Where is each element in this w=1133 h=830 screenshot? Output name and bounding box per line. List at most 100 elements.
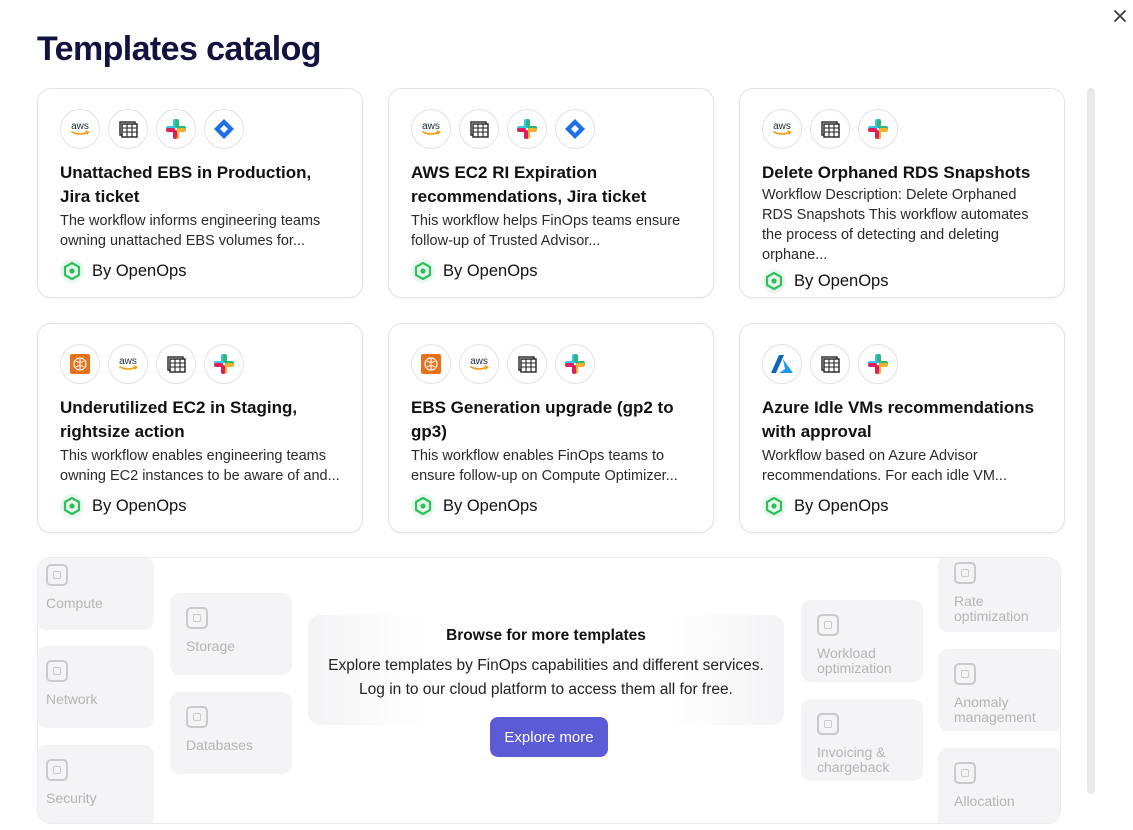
tile-storage: Storage bbox=[170, 593, 292, 675]
card-author: By OpenOps bbox=[411, 494, 691, 518]
card-title: Delete Orphaned RDS Snapshots bbox=[762, 163, 1031, 182]
anomaly-icon bbox=[954, 663, 976, 685]
slack-icon bbox=[555, 344, 595, 384]
card-service-icons: aws bbox=[411, 344, 691, 384]
tile-network: Network bbox=[38, 646, 154, 728]
slack-icon bbox=[204, 344, 244, 384]
card-author: By OpenOps bbox=[762, 494, 1042, 518]
tile-label: Storage bbox=[186, 638, 236, 654]
azure-icon bbox=[762, 344, 802, 384]
storage-icon bbox=[186, 607, 208, 629]
template-card[interactable]: aws Unattached EBS in Production, Jira t… bbox=[37, 88, 363, 298]
tile-rate: Rate optimization bbox=[938, 558, 1060, 632]
openops-logo-icon bbox=[60, 259, 84, 283]
tile-allocation: Allocation bbox=[938, 748, 1060, 823]
card-title: Underutilized EC2 in Staging, rightsize … bbox=[60, 398, 298, 441]
tile-label: Workload optimization bbox=[817, 645, 892, 676]
tile-label: Network bbox=[46, 691, 98, 707]
security-icon bbox=[46, 759, 68, 781]
openops-logo-icon bbox=[762, 494, 786, 518]
invoicing-icon bbox=[817, 713, 839, 735]
aws-icon: aws bbox=[762, 109, 802, 149]
browse-line-2: Log in to our cloud platform to access t… bbox=[359, 681, 733, 698]
slack-icon bbox=[156, 109, 196, 149]
browse-line-1: Explore templates by FinOps capabilities… bbox=[328, 657, 764, 674]
jira-icon bbox=[204, 109, 244, 149]
author-label: By OpenOps bbox=[794, 496, 889, 515]
tile-label: Invoicing & chargeback bbox=[817, 744, 890, 775]
tile-databases: Databases bbox=[170, 692, 292, 774]
card-author: By OpenOps bbox=[60, 494, 340, 518]
network-icon bbox=[46, 660, 68, 682]
author-label: By OpenOps bbox=[92, 261, 187, 280]
slack-icon bbox=[507, 109, 547, 149]
browse-info: Browse for more templates Explore templa… bbox=[308, 615, 784, 725]
card-title: AWS EC2 RI Expiration recommendations, J… bbox=[411, 163, 647, 206]
brain-chip-icon bbox=[60, 344, 100, 384]
aws-icon: aws bbox=[411, 109, 451, 149]
tile-label: Security bbox=[46, 790, 97, 806]
jira-icon bbox=[555, 109, 595, 149]
openops-logo-icon bbox=[60, 494, 84, 518]
tile-label: Anomaly management bbox=[954, 694, 1036, 725]
card-description: This workflow helps FinOps teams ensure … bbox=[411, 213, 681, 249]
card-service-icons bbox=[762, 344, 1042, 384]
tile-anomaly: Anomaly management bbox=[938, 649, 1060, 731]
aws-icon: aws bbox=[60, 109, 100, 149]
template-card[interactable]: aws Underutilized EC2 in Staging, rights… bbox=[37, 323, 363, 533]
card-description: Workflow based on Azure Advisor recommen… bbox=[762, 448, 1007, 484]
table-icon bbox=[459, 109, 499, 149]
author-label: By OpenOps bbox=[92, 496, 187, 515]
browse-title: Browse for more templates bbox=[446, 627, 646, 644]
browse-description: Explore templates by FinOps capabilities… bbox=[308, 654, 784, 702]
template-card[interactable]: aws Delete Orphaned RDS Snapshots Workfl… bbox=[739, 88, 1065, 298]
scrollbar[interactable] bbox=[1087, 88, 1095, 794]
table-icon bbox=[108, 109, 148, 149]
card-description: The workflow informs engineering teams o… bbox=[60, 213, 321, 249]
browse-more-section: Compute Network Security Storage Databas… bbox=[37, 557, 1061, 824]
tile-label: Rate optimization bbox=[954, 593, 1029, 624]
page-title: Templates catalog bbox=[37, 30, 322, 68]
tile-label: Compute bbox=[46, 595, 103, 611]
template-card[interactable]: aws EBS Generation upgrade (gp2 to gp3) … bbox=[388, 323, 714, 533]
tile-label: Databases bbox=[186, 737, 253, 753]
slack-icon bbox=[858, 109, 898, 149]
brain-chip-icon bbox=[411, 344, 451, 384]
compute-icon bbox=[46, 564, 68, 586]
card-title: Unattached EBS in Production, Jira ticke… bbox=[60, 163, 312, 206]
tile-security: Security bbox=[38, 745, 154, 823]
table-icon bbox=[156, 344, 196, 384]
tile-workload: Workload optimization bbox=[801, 600, 923, 682]
table-icon bbox=[507, 344, 547, 384]
tile-label: Allocation bbox=[954, 793, 1015, 809]
card-service-icons: aws bbox=[411, 109, 691, 149]
card-author: By OpenOps bbox=[411, 259, 691, 283]
tile-invoicing: Invoicing & chargeback bbox=[801, 699, 923, 781]
close-icon[interactable] bbox=[1110, 6, 1130, 26]
openops-logo-icon bbox=[411, 259, 435, 283]
card-service-icons: aws bbox=[60, 344, 340, 384]
card-description: This workflow enables engineering teams … bbox=[60, 448, 340, 484]
card-author: By OpenOps bbox=[60, 259, 340, 283]
openops-logo-icon bbox=[762, 269, 786, 293]
workload-icon bbox=[817, 614, 839, 636]
card-description: This workflow enables FinOps teams to en… bbox=[411, 448, 678, 484]
template-card[interactable]: Azure Idle VMs recommendations with appr… bbox=[739, 323, 1065, 533]
rate-icon bbox=[954, 562, 976, 584]
template-card[interactable]: aws AWS EC2 RI Expiration recommendation… bbox=[388, 88, 714, 298]
explore-more-button[interactable]: Explore more bbox=[490, 717, 608, 757]
aws-icon: aws bbox=[459, 344, 499, 384]
openops-logo-icon bbox=[411, 494, 435, 518]
aws-icon: aws bbox=[108, 344, 148, 384]
database-icon bbox=[186, 706, 208, 728]
table-icon bbox=[810, 109, 850, 149]
slack-icon bbox=[858, 344, 898, 384]
author-label: By OpenOps bbox=[443, 496, 538, 515]
author-label: By OpenOps bbox=[794, 271, 889, 290]
table-icon bbox=[810, 344, 850, 384]
allocation-icon bbox=[954, 762, 976, 784]
card-service-icons: aws bbox=[60, 109, 340, 149]
card-description: Workflow Description: Delete Orphaned RD… bbox=[762, 187, 1029, 263]
card-title: Azure Idle VMs recommendations with appr… bbox=[762, 398, 1035, 441]
author-label: By OpenOps bbox=[443, 261, 538, 280]
